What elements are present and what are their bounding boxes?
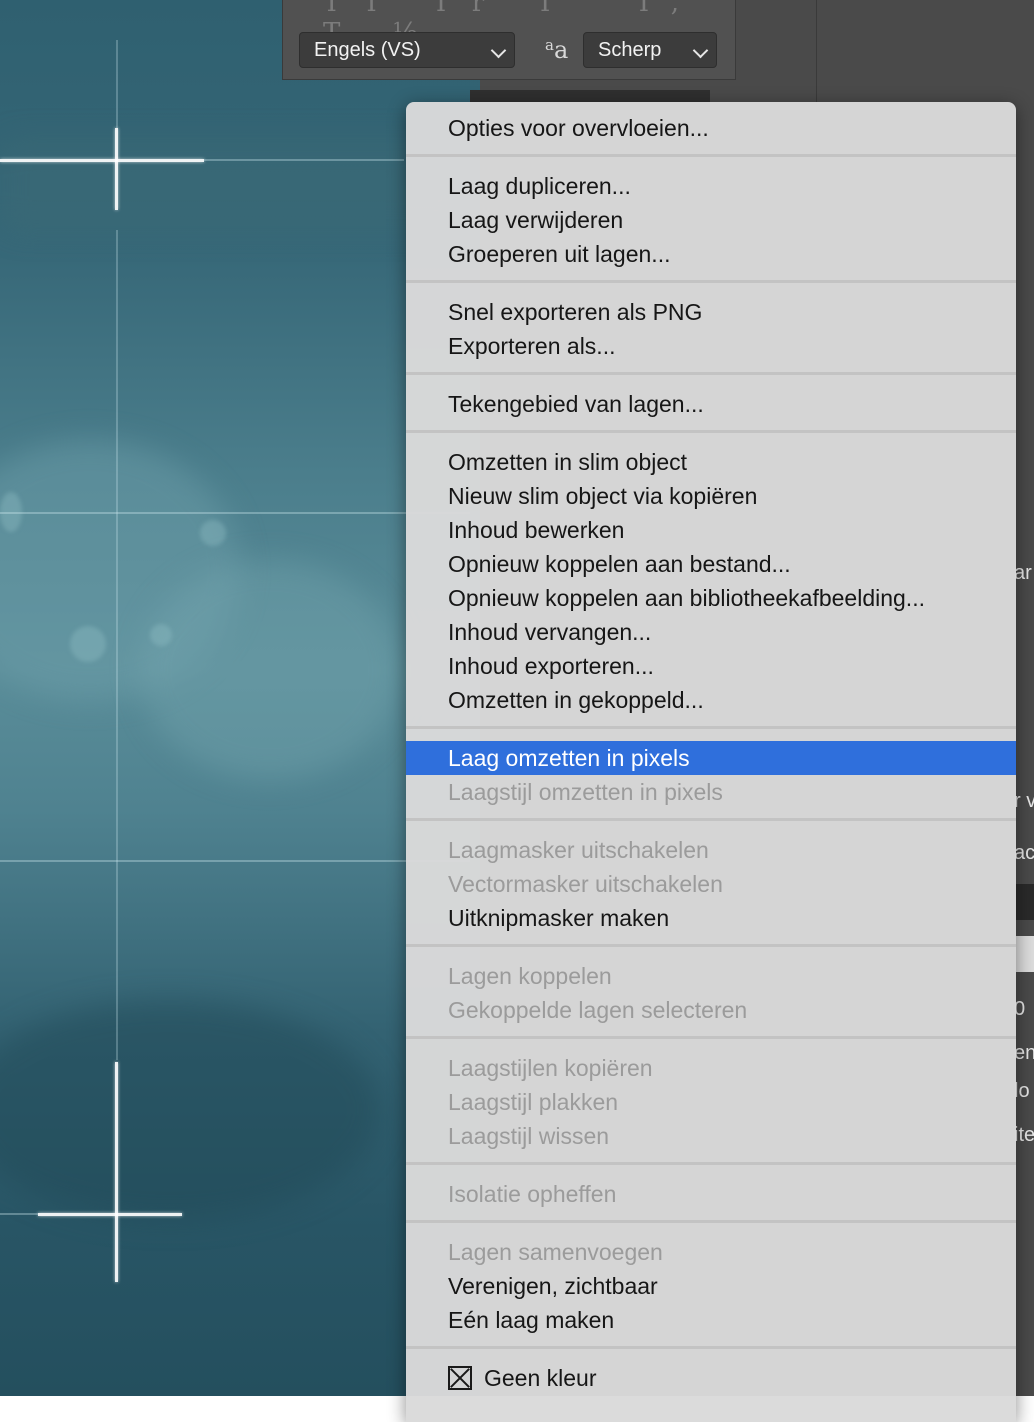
menu-item-relink-to-file[interactable]: Opnieuw koppelen aan bestand... (406, 547, 1016, 581)
chevron-down-icon (490, 42, 507, 59)
menu-separator (406, 1162, 1016, 1165)
panel-peek-text: lo (1014, 1080, 1030, 1102)
menu-item-rasterize-layer[interactable]: Laag omzetten in pixels (406, 741, 1016, 775)
menu-item-convert-to-linked[interactable]: Omzetten in gekoppeld... (406, 683, 1016, 717)
menu-item-new-smart-object-via-copy[interactable]: Nieuw slim object via kopiëren (406, 479, 1016, 513)
menu-separator (406, 726, 1016, 729)
chevron-down-icon (692, 42, 709, 59)
menu-item-flatten-image[interactable]: Eén laag maken (406, 1303, 1016, 1337)
crosshair-guide[interactable] (0, 159, 204, 162)
panel-peek-text: en (1014, 1042, 1034, 1064)
panel-field[interactable] (1016, 936, 1034, 972)
canvas-shape (0, 1000, 380, 1220)
antialias-icon: aa (545, 36, 569, 64)
menu-separator (406, 944, 1016, 947)
menu-separator (406, 430, 1016, 433)
menu-item-relink-to-library[interactable]: Opnieuw koppelen aan bibliotheekafbeeldi… (406, 581, 1016, 615)
menu-item-release-isolation: Isolatie opheffen (448, 1181, 617, 1207)
guide-line (204, 159, 404, 161)
language-select-value: Engels (VS) (314, 38, 421, 61)
layer-thumbnail (1016, 884, 1034, 920)
panel-peek-text: r v (1014, 790, 1034, 812)
guide-line (116, 230, 118, 1060)
menu-item-edit-contents[interactable]: Inhoud bewerken (406, 513, 1016, 547)
guide-line (0, 512, 470, 514)
menu-item-rasterize-layer-style: Laagstijl omzetten in pixels (448, 779, 723, 805)
menu-separator (406, 372, 1016, 375)
menu-item-disable-vector-mask: Vectormasker uitschakelen (448, 871, 723, 897)
menu-item-paste-layer-style: Laagstijl plakken (448, 1089, 619, 1115)
crosshair-guide[interactable] (38, 1213, 182, 1216)
guide-line (0, 1213, 38, 1215)
menu-separator (406, 280, 1016, 283)
menu-item-link-layers: Lagen koppelen (448, 963, 612, 989)
menu-item-blending-options[interactable]: Opties voor overvloeien... (406, 111, 1016, 145)
bokeh-dot (70, 626, 106, 662)
panel-peek-text: 0 (1014, 998, 1026, 1020)
antialias-select[interactable]: Scherp (583, 32, 717, 68)
menu-item-select-linked-layers: Gekoppelde lagen selecteren (448, 997, 748, 1023)
menu-item-merge-layers: Lagen samenvoegen (448, 1239, 663, 1265)
canvas-shape (0, 140, 470, 230)
menu-item-group-from-layers[interactable]: Groeperen uit lagen... (406, 237, 1016, 271)
menu-item-create-clipping-mask[interactable]: Uitknipmasker maken (406, 901, 1016, 935)
canvas-shape (140, 560, 400, 780)
character-toolbar: TT Tr T' T, T ½ Engels (VS) aa Scherp (282, 0, 736, 80)
menu-separator (406, 1346, 1016, 1349)
menu-separator (406, 1220, 1016, 1223)
panel-peek-text: ar (1014, 562, 1032, 584)
menu-item-export-as[interactable]: Exporteren als... (406, 329, 1016, 363)
layer-context-menu: Opties voor overvloeien... Laag duplicer… (406, 102, 1016, 1422)
menu-item-delete-layer[interactable]: Laag verwijderen (406, 203, 1016, 237)
menu-item-artboard-from-layers[interactable]: Tekengebied van lagen... (406, 387, 1016, 421)
menu-item-label: Geen kleur (484, 1365, 597, 1391)
menu-item-convert-smart-object[interactable]: Omzetten in slim object (406, 445, 1016, 479)
panel-peek-text: ac (1014, 842, 1034, 864)
menu-item-quick-export-png[interactable]: Snel exporteren als PNG (406, 295, 1016, 329)
crosshair-guide[interactable] (115, 128, 118, 210)
menu-separator (406, 154, 1016, 157)
menu-separator (406, 1036, 1016, 1039)
bokeh-dot (200, 520, 226, 546)
bokeh-dot (150, 624, 172, 646)
menu-item-disable-layer-mask: Laagmasker uitschakelen (448, 837, 709, 863)
antialias-select-value: Scherp (598, 38, 662, 61)
language-select[interactable]: Engels (VS) (299, 32, 515, 68)
guide-line (116, 40, 118, 128)
menu-item-duplicate-layer[interactable]: Laag dupliceren... (406, 169, 1016, 203)
x-box-icon (448, 1366, 472, 1390)
menu-item-clear-layer-style: Laagstijl wissen (448, 1123, 610, 1149)
menu-item-no-color[interactable]: Geen kleur (406, 1361, 1016, 1395)
panel-peek-text: ite (1014, 1124, 1034, 1146)
menu-item-replace-contents[interactable]: Inhoud vervangen... (406, 615, 1016, 649)
menu-item-export-contents[interactable]: Inhoud exporteren... (406, 649, 1016, 683)
menu-item-merge-visible[interactable]: Verenigen, zichtbaar (406, 1269, 1016, 1303)
menu-item-copy-layer-style: Laagstijlen kopiëren (448, 1055, 653, 1081)
menu-separator (406, 818, 1016, 821)
guide-line (0, 860, 470, 862)
crosshair-guide[interactable] (115, 1062, 118, 1282)
